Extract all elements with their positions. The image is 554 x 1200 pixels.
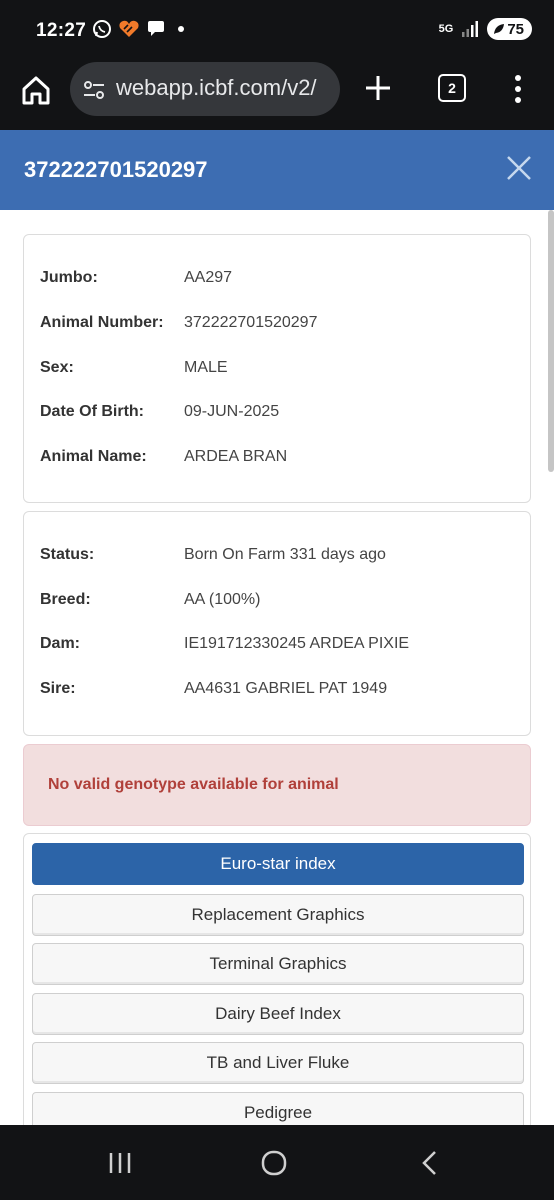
network-label: 5G [438, 23, 454, 35]
status-time: 12:27 [36, 20, 87, 41]
field-label: Sire: [40, 680, 76, 697]
notification-icons [92, 19, 184, 39]
battery-indicator: 75 [487, 18, 532, 40]
url-bar[interactable]: webapp.icbf.com/v2/ [70, 62, 340, 116]
tabs-icon[interactable]: 2 [438, 74, 466, 102]
details-card: Status: Born On Farm 331 days ago Breed:… [23, 511, 531, 736]
system-icons: 5G 75 [439, 18, 532, 40]
system-nav-bar [0, 1125, 554, 1200]
field-value: 09-JUN-2025 [184, 403, 280, 420]
notification-dot-icon [178, 26, 184, 32]
recent-apps-icon[interactable] [100, 1147, 140, 1179]
identity-card: Jumbo: AA297 Animal Number: 372222701520… [23, 234, 531, 503]
field-label: Date Of Birth: [40, 403, 144, 420]
battery-saver-icon [494, 24, 505, 34]
menu-icon[interactable] [512, 74, 524, 104]
signal-icon [462, 21, 479, 37]
tab-pedigree[interactable]: Pedigree [32, 1092, 524, 1125]
close-icon[interactable] [505, 154, 533, 182]
field-label: Status: [40, 546, 95, 563]
back-icon[interactable] [410, 1147, 450, 1179]
field-value: IE191712330245 ARDEA PIXIE [184, 635, 410, 652]
tab-terminal-graphics[interactable]: Terminal Graphics [32, 943, 524, 985]
field-value: 372222701520297 [184, 314, 318, 331]
field-label: Animal Number: [40, 314, 164, 331]
home-icon[interactable] [18, 72, 54, 108]
field-label: Animal Name: [40, 448, 147, 465]
field-value: AA (100%) [184, 591, 261, 608]
field-label: Breed: [40, 591, 91, 608]
field-label: Sex: [40, 359, 74, 376]
chat-icon [148, 21, 164, 36]
home-nav-icon[interactable] [254, 1147, 294, 1179]
field-value: AA297 [184, 269, 233, 286]
battery-level: 75 [507, 20, 524, 38]
url-text[interactable]: webapp.icbf.com/v2/ [116, 75, 317, 101]
whatsapp-icon [93, 20, 111, 38]
modal-body: Jumbo: AA297 Animal Number: 372222701520… [0, 210, 554, 1125]
status-bar: 12:27 5G 75 [0, 0, 554, 62]
browser-toolbar: webapp.icbf.com/v2/ 2 [0, 62, 554, 130]
tab-euro-star-index[interactable]: Euro-star index [32, 843, 524, 885]
genotype-alert: No valid genotype available for animal [23, 744, 531, 826]
tab-replacement-graphics[interactable]: Replacement Graphics [32, 894, 524, 936]
field-label: Dam: [40, 635, 81, 652]
plus-icon[interactable] [362, 72, 394, 104]
field-value: AA4631 GABRIEL PAT 1949 [184, 680, 388, 697]
heart-app-icon [119, 20, 139, 37]
tab-dairy-beef-index[interactable]: Dairy Beef Index [32, 993, 524, 1035]
modal-header: 372222701520297 [0, 130, 554, 210]
field-value: Born On Farm 331 days ago [184, 546, 386, 563]
graphics-tabs-card: Euro-star index Replacement Graphics Ter… [23, 833, 531, 1125]
field-value: ARDEA BRAN [184, 448, 288, 465]
scrollbar[interactable] [548, 210, 554, 472]
alert-message: No valid genotype available for animal [48, 776, 339, 793]
tune-icon[interactable] [82, 78, 106, 102]
field-label: Jumbo: [40, 269, 98, 286]
field-value: MALE [184, 359, 228, 376]
modal-title: 372222701520297 [24, 157, 208, 182]
tab-tb-liver-fluke[interactable]: TB and Liver Fluke [32, 1042, 524, 1084]
